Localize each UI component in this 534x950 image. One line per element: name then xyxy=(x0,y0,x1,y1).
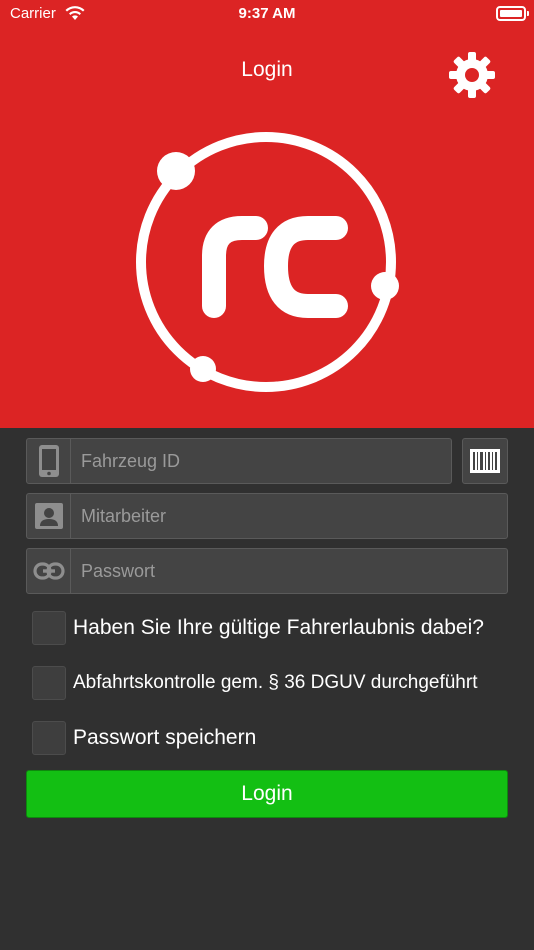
phone-icon xyxy=(27,439,71,483)
inspection-checkbox[interactable] xyxy=(32,666,66,700)
password-field xyxy=(26,548,508,594)
password-input[interactable] xyxy=(81,549,501,593)
status-time: 9:37 AM xyxy=(238,5,296,22)
vehicle-id-input[interactable] xyxy=(81,439,445,483)
status-bar: Carrier 9:37 AM xyxy=(0,0,534,30)
employee-field xyxy=(26,493,508,539)
license-check-label: Haben Sie Ihre gültige Fahrerlaubnis dab… xyxy=(73,616,484,639)
person-icon xyxy=(27,494,71,538)
save-password-label: Passwort speichern xyxy=(73,726,257,749)
vehicle-id-field xyxy=(26,438,452,484)
battery-icon xyxy=(496,6,526,21)
barcode-scan-button[interactable] xyxy=(462,438,508,484)
gear-icon[interactable] xyxy=(446,49,498,101)
barcode-icon xyxy=(470,449,500,473)
inspection-check-label: Abfahrtskontrolle gem. § 36 DGUV durchge… xyxy=(73,672,478,693)
battery-cap xyxy=(527,11,529,16)
employee-input[interactable] xyxy=(81,494,501,538)
link-icon xyxy=(27,549,71,593)
login-button[interactable]: Login xyxy=(26,770,508,818)
license-checkbox[interactable] xyxy=(32,611,66,645)
save-password-checkbox[interactable] xyxy=(32,721,66,755)
rc-logo xyxy=(136,132,399,392)
